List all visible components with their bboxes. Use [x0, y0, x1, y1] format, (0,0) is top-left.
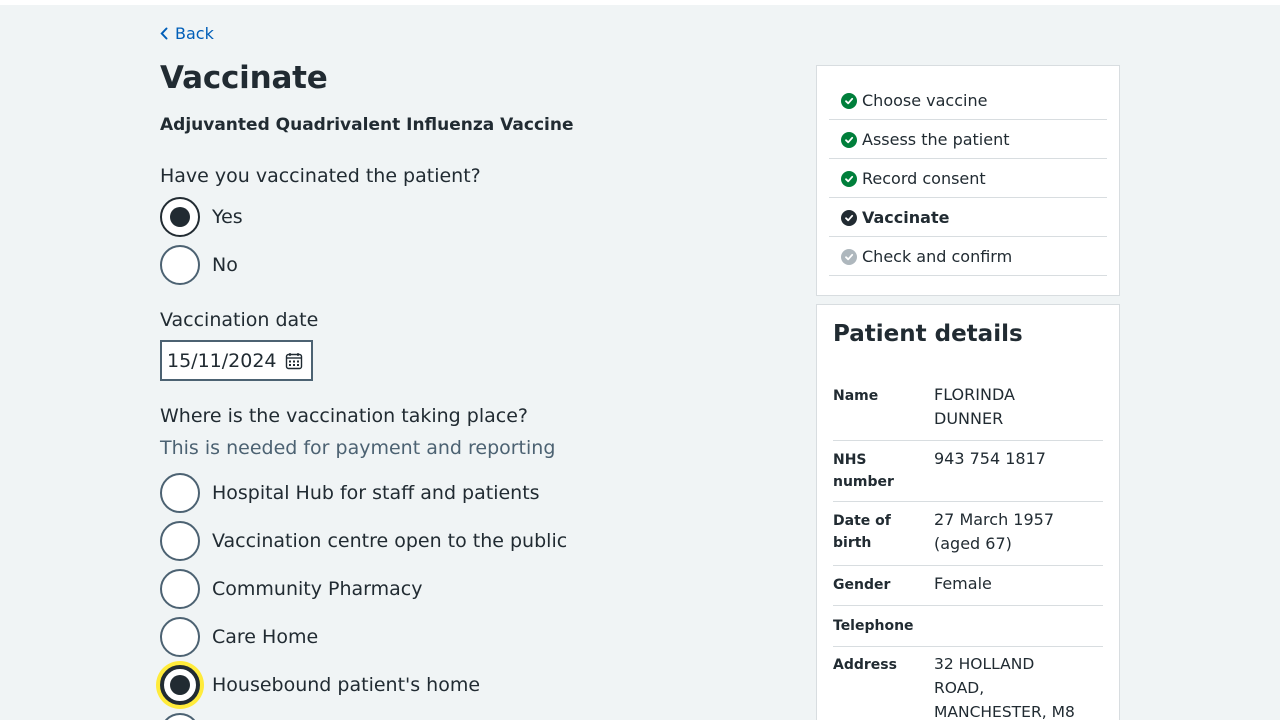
step-choose-vaccine[interactable]: Choose vaccine	[829, 81, 1107, 120]
step-vaccinate: Vaccinate	[829, 198, 1107, 237]
vaccine-name: Adjuvanted Quadrivalent Influenza Vaccin…	[160, 115, 574, 135]
row-key: Telephone	[833, 618, 914, 634]
vaccination-date-value: 15/11/2024	[167, 349, 277, 372]
patient-telephone-row: Telephone	[833, 612, 1103, 647]
vaccinated-legend: Have you vaccinated the patient?	[160, 165, 481, 187]
patient-gender: Female	[934, 574, 992, 593]
step-label: Assess the patient	[862, 129, 1010, 149]
radio-location-care-home[interactable]: Care Home	[160, 617, 318, 657]
radio-location-housebound[interactable]: Housebound patient's home	[160, 665, 480, 705]
chevron-left-icon	[160, 27, 168, 40]
top-bar	[0, 0, 1280, 5]
radio-circle[interactable]	[160, 665, 200, 705]
calendar-icon[interactable]	[285, 352, 303, 370]
check-circle-icon	[841, 210, 857, 226]
check-circle-icon	[841, 93, 857, 109]
check-circle-icon	[841, 171, 857, 187]
check-circle-icon	[841, 132, 857, 148]
patient-dob-row: Date of birth 27 March 1957 (aged 67)	[833, 508, 1103, 566]
radio-label: No	[212, 254, 238, 276]
step-label: Record consent	[862, 168, 986, 188]
radio-circle[interactable]	[160, 245, 200, 285]
radio-circle[interactable]	[160, 713, 200, 720]
radio-circle[interactable]	[160, 617, 200, 657]
back-link-label: Back	[175, 24, 214, 43]
row-key: NHS number	[833, 452, 894, 490]
radio-circle[interactable]	[160, 197, 200, 237]
location-hint: This is needed for payment and reporting	[160, 437, 556, 459]
radio-label: Care Home	[212, 626, 319, 648]
patient-address: 32 HOLLAND ROAD, MANCHESTER, M8	[934, 655, 1075, 720]
row-key: Address	[833, 657, 897, 673]
radio-circle[interactable]	[160, 569, 200, 609]
radio-vaccinated-yes[interactable]: Yes	[160, 197, 243, 237]
vaccination-date-input[interactable]: 15/11/2024	[160, 340, 313, 381]
page-title: Vaccinate	[160, 60, 328, 96]
radio-vaccinated-no[interactable]: No	[160, 245, 238, 285]
patient-name: FLORINDA DUNNER	[934, 385, 1015, 428]
radio-location-vaccination-centre[interactable]: Vaccination centre open to the public	[160, 521, 567, 561]
step-check-confirm: Check and confirm	[829, 237, 1107, 276]
radio-location-community-pharmacy[interactable]: Community Pharmacy	[160, 569, 422, 609]
location-legend: Where is the vaccination taking place?	[160, 405, 528, 427]
patient-dob: 27 March 1957 (aged 67)	[934, 510, 1055, 553]
patient-name-row: Name FLORINDA DUNNER	[833, 383, 1103, 441]
patient-gender-row: Gender Female	[833, 572, 1103, 606]
step-label: Check and confirm	[862, 246, 1013, 266]
vaccination-date-label: Vaccination date	[160, 309, 319, 331]
patient-details-card: Patient details Name FLORINDA DUNNER NHS…	[816, 304, 1120, 720]
radio-label: Vaccination centre open to the public	[212, 530, 568, 552]
radio-label: Yes	[212, 206, 243, 228]
check-circle-icon	[841, 249, 857, 265]
radio-circle[interactable]	[160, 473, 200, 513]
step-label: Vaccinate	[862, 207, 950, 227]
row-key: Date of birth	[833, 513, 891, 551]
step-assess-patient[interactable]: Assess the patient	[829, 120, 1107, 159]
patient-details-title: Patient details	[833, 321, 1023, 347]
radio-location-hospital-hub[interactable]: Hospital Hub for staff and patients	[160, 473, 540, 513]
patient-address-row: Address 32 HOLLAND ROAD, MANCHESTER, M8	[833, 652, 1103, 720]
row-key: Gender	[833, 577, 891, 593]
step-label: Choose vaccine	[862, 90, 988, 110]
radio-label: Hospital Hub for staff and patients	[212, 482, 540, 504]
task-list: Choose vaccine Assess the patient Record…	[816, 65, 1120, 296]
radio-circle[interactable]	[160, 521, 200, 561]
radio-label: Housebound patient's home	[212, 674, 481, 696]
patient-nhs-number: 943 754 1817	[934, 449, 1046, 468]
row-key: Name	[833, 388, 879, 404]
patient-nhs-row: NHS number 943 754 1817	[833, 447, 1103, 502]
radio-label: Community Pharmacy	[212, 578, 423, 600]
radio-location-next[interactable]	[160, 713, 200, 720]
back-link[interactable]: Back	[160, 24, 214, 43]
step-record-consent[interactable]: Record consent	[829, 159, 1107, 198]
